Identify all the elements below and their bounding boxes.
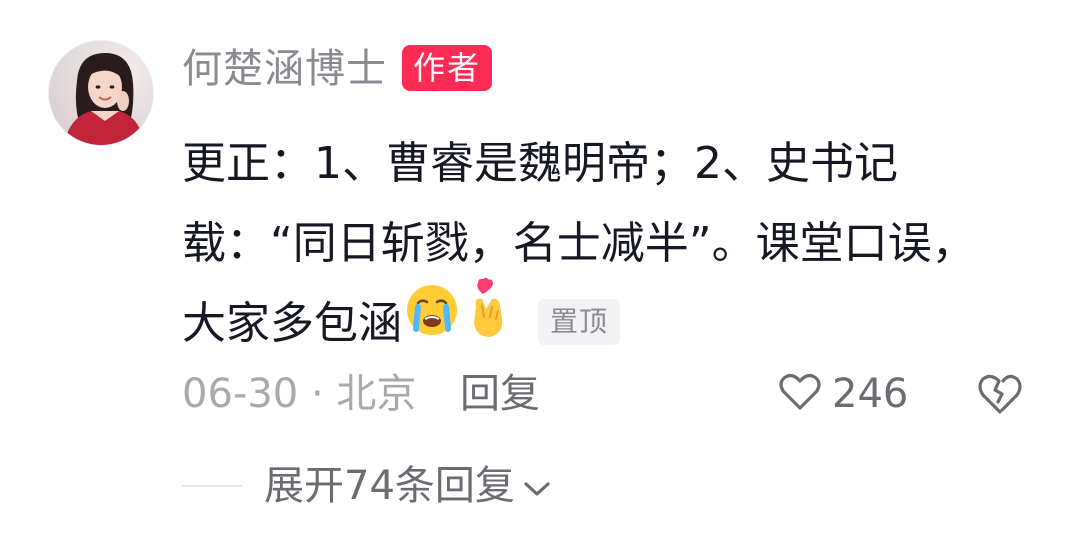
finger-heart-icon — [462, 277, 514, 367]
username[interactable]: 何楚涵博士 — [182, 44, 387, 94]
comment-line: 载：“同日斩戮，名士减半”。课堂口误， — [182, 218, 976, 269]
broken-heart-icon — [974, 374, 1026, 424]
heart-icon — [778, 370, 822, 418]
comment-date: 06-30 — [182, 371, 299, 417]
author-badge: 作者 — [402, 45, 492, 91]
expand-replies-button[interactable]: 展开74条回复 — [264, 460, 551, 512]
pinned-badge: 置顶 — [538, 299, 621, 345]
comment-line-text: 大家多包涵 — [182, 298, 402, 349]
loudly-crying-face-icon — [402, 279, 462, 365]
comment-meta: 06-30 · 北京 — [182, 368, 416, 420]
like-count: 246 — [832, 371, 909, 417]
comment-location: 北京 — [336, 371, 417, 417]
chevron-down-icon — [515, 460, 551, 512]
like-button[interactable]: 246 — [778, 366, 908, 422]
meta-separator: · — [310, 371, 324, 417]
comment-text: 更正：1、曹睿是魏明帝；2、史书记 载：“同日斩戮，名士减半”。课堂口误， 大家… — [182, 124, 1042, 364]
comment-line: 更正：1、曹睿是魏明帝；2、史书记 — [182, 138, 898, 189]
avatar[interactable] — [48, 40, 154, 146]
divider — [182, 485, 242, 487]
dislike-button[interactable] — [974, 368, 1026, 420]
comment-line-last: 大家多包涵 置顶 — [182, 277, 1042, 364]
reply-button[interactable]: 回复 — [460, 368, 540, 420]
expand-replies-label: 展开74条回复 — [264, 463, 515, 509]
